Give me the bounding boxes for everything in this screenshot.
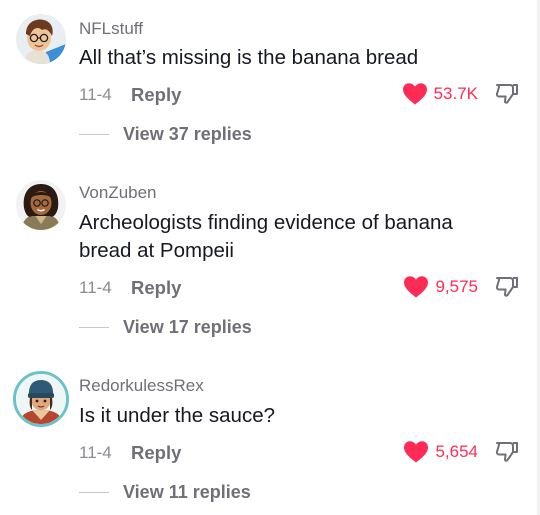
view-replies-label: View 11 replies [123,482,251,502]
cartoon-beanie-avatar-icon [16,374,66,424]
like-count: 9,575 [435,277,478,296]
view-replies-button[interactable]: View 11 replies [79,482,251,503]
divider [79,492,109,493]
avatar[interactable] [13,371,69,427]
like-count: 5,654 [435,442,478,461]
thumbs-down-icon [495,277,518,297]
like-button[interactable]: 53.7K [402,82,478,106]
view-replies-button[interactable]: View 37 replies [79,124,252,145]
dislike-button[interactable] [494,439,520,465]
dislike-button[interactable] [494,81,520,107]
view-replies-label: View 17 replies [123,317,252,337]
view-replies-button[interactable]: View 17 replies [79,317,252,338]
thumbs-down-icon [495,84,518,104]
like-button[interactable]: 9,575 [403,275,478,299]
avatar[interactable] [16,180,66,230]
like-button[interactable]: 5,654 [403,440,478,464]
divider [79,327,109,328]
comment-text: Is it under the sauce? [79,404,276,427]
cartoon-girl-avatar-icon [16,180,66,230]
reply-button[interactable]: Reply [131,442,181,464]
heart-icon [402,83,427,105]
reply-button[interactable]: Reply [131,277,181,299]
dislike-button[interactable] [494,274,520,300]
comment-username[interactable]: RedorkulessRex [79,376,204,396]
comment-date: 11-4 [79,85,112,104]
comment-text: All that’s missing is the banana bread [79,46,419,69]
heart-icon [404,276,429,298]
thumbs-down-icon [495,442,518,462]
view-replies-label: View 37 replies [123,124,252,144]
reply-button[interactable]: Reply [131,84,181,106]
avatar[interactable] [16,14,66,64]
divider [79,134,109,135]
comment-username[interactable]: NFLstuff [79,19,143,39]
like-count: 53.7K [433,84,478,103]
cartoon-boy-avatar-icon [16,14,66,64]
comment-date: 11-4 [79,443,112,462]
comment-text: Archeologists finding evidence of banana… [79,211,453,262]
heart-icon [404,441,429,463]
comment-username[interactable]: VonZuben [79,183,157,203]
comment-date: 11-4 [79,278,112,297]
